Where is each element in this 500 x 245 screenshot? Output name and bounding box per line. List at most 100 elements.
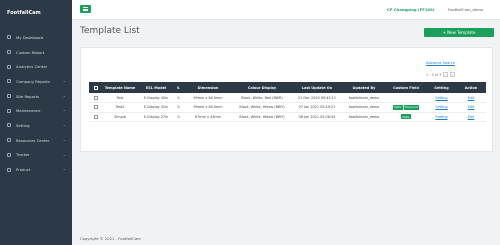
cell-updated-by: footfallcam_demo bbox=[343, 93, 385, 104]
page-title: Template List bbox=[80, 26, 140, 36]
sidebar-item-label: Custom Report bbox=[16, 49, 45, 55]
cell-template-name: Simple bbox=[102, 112, 138, 123]
edit-link[interactable]: Edit bbox=[456, 93, 486, 104]
sidebar-item-custom-report[interactable]: Custom Report bbox=[0, 45, 72, 60]
book-icon bbox=[7, 138, 11, 143]
chevron-down-icon: ⌄ bbox=[62, 107, 66, 113]
custom-field-badge: Date bbox=[401, 114, 411, 120]
footer-copyright: Copyright © 2021 - FootfallCam bbox=[80, 236, 141, 241]
next-page-button[interactable]: › bbox=[450, 72, 456, 77]
sidebar-item-analytics-center[interactable]: Analytics Center bbox=[0, 59, 72, 74]
sidebar-item-resources-center[interactable]: Resources Center ⌄ bbox=[0, 133, 72, 148]
col-header-updated-by[interactable]: Updated By bbox=[343, 82, 385, 93]
sidebar-item-product[interactable]: Product ⌄ bbox=[0, 162, 72, 177]
model-info-icon[interactable]: ⊞ bbox=[174, 93, 183, 104]
top-bar: CF Changping (FF109) FootfallCam_demo bbox=[72, 0, 500, 20]
store-icon bbox=[7, 94, 11, 99]
edit-link-text[interactable]: Edit bbox=[468, 105, 475, 109]
sidebar-item-label: Maintenance bbox=[16, 108, 41, 114]
setting-link-text[interactable]: Setting bbox=[435, 96, 447, 100]
brand-logo[interactable]: FootfallCam bbox=[7, 10, 41, 16]
cell-esl-model: E-Display 42in bbox=[138, 102, 174, 113]
pagination: 1 - 3 of 3 ‹ › bbox=[426, 72, 456, 77]
sidebar-item-tracker[interactable]: Tracker ⌄ bbox=[0, 148, 72, 163]
select-all-checkbox[interactable] bbox=[89, 82, 102, 93]
sidebar-item-label: Tracker bbox=[16, 152, 30, 158]
cell-custom-field: Date Discount bbox=[385, 102, 427, 113]
sidebar-item-maintenance[interactable]: Maintenance ⌄ bbox=[0, 103, 72, 118]
col-header-esl-model[interactable]: ESL Model bbox=[138, 82, 174, 93]
cell-esl-model: E-Display 42in bbox=[138, 93, 174, 104]
site-selector[interactable]: CF Changping (FF109) bbox=[387, 7, 435, 12]
menu-toggle-button[interactable] bbox=[80, 5, 91, 13]
col-header-setting: Setting bbox=[427, 82, 456, 93]
col-header-last-update[interactable]: Last Update On bbox=[291, 82, 343, 93]
analytics-icon bbox=[7, 64, 11, 69]
model-info-icon[interactable]: ⊞ bbox=[174, 112, 183, 123]
edit-link[interactable]: Edit bbox=[456, 102, 486, 113]
sidebar-item-label: Site Reports bbox=[16, 93, 40, 99]
sidebar-item-label: My Dashboard bbox=[16, 34, 44, 40]
col-header-action: Action bbox=[456, 82, 486, 93]
setting-link-text[interactable]: Setting bbox=[435, 115, 447, 119]
setting-link-text[interactable]: Setting bbox=[435, 105, 447, 109]
setting-link[interactable]: Setting bbox=[427, 93, 456, 104]
row-checkbox[interactable] bbox=[89, 93, 102, 104]
template-list-card: Advance Search 1 - 3 of 3 ‹ › Template N… bbox=[80, 47, 493, 152]
table-header-row: Template Name ESL Model ⇅ Dimension Colo… bbox=[89, 82, 486, 93]
chevron-down-icon: ⌄ bbox=[62, 78, 66, 84]
chevron-down-icon: ⌄ bbox=[62, 92, 66, 98]
chevron-down-icon: ⌄ bbox=[62, 166, 66, 172]
sidebar-item-label: Analytics Center bbox=[16, 64, 48, 70]
cell-custom-field bbox=[385, 93, 427, 104]
cell-template-name: Test2 bbox=[102, 102, 138, 113]
row-checkbox[interactable] bbox=[89, 102, 102, 113]
sidebar-item-label: Setting bbox=[16, 122, 30, 128]
sidebar-item-my-dashboard[interactable]: My Dashboard bbox=[0, 30, 72, 45]
template-table: Template Name ESL Model ⇅ Dimension Colo… bbox=[89, 82, 486, 123]
sidebar-item-label: Product bbox=[16, 167, 31, 173]
cell-dimension: 99mm x 84.0mm bbox=[183, 102, 233, 113]
cell-colour-display: Black, White, Yellow (BWY) bbox=[233, 112, 291, 123]
edit-link-text[interactable]: Edit bbox=[468, 115, 475, 119]
pager-count: 1 - 3 of 3 bbox=[426, 72, 442, 77]
cell-updated-by: footfallcam_demo bbox=[343, 112, 385, 123]
chevron-down-icon: ⌄ bbox=[62, 151, 66, 157]
user-menu[interactable]: FootfallCam_demo bbox=[448, 7, 483, 12]
cell-custom-field: Date bbox=[385, 112, 427, 123]
edit-link-text[interactable]: Edit bbox=[468, 96, 475, 100]
sidebar-item-company-reports[interactable]: Company Reports ⌄ bbox=[0, 74, 72, 89]
custom-field-badge: Discount bbox=[403, 104, 420, 110]
advance-search-link[interactable]: Advance Search bbox=[426, 61, 455, 65]
chevron-down-icon: ⌄ bbox=[62, 122, 66, 128]
sidebar: FootfallCam My Dashboard Custom Report Ana… bbox=[0, 0, 72, 245]
model-info-icon[interactable]: ⊞ bbox=[174, 102, 183, 113]
edit-link[interactable]: Edit bbox=[456, 112, 486, 123]
cell-esl-model: E-Display 27in bbox=[138, 112, 174, 123]
sidebar-menu: My Dashboard Custom Report Analytics Cente… bbox=[0, 30, 72, 177]
wrench-icon bbox=[7, 108, 11, 113]
table-row: Test E-Display 42in ⊞ 99mm x 84.0mm Black, W… bbox=[89, 93, 486, 104]
setting-link[interactable]: Setting bbox=[427, 112, 456, 123]
col-header-colour-display[interactable]: Colour Display bbox=[233, 82, 291, 93]
tracker-icon bbox=[7, 152, 11, 157]
row-checkbox[interactable] bbox=[89, 112, 102, 123]
prev-page-button[interactable]: ‹ bbox=[443, 72, 449, 77]
sort-icon[interactable]: ⇅ bbox=[174, 82, 183, 93]
cart-icon bbox=[7, 167, 11, 172]
report-icon bbox=[7, 50, 11, 55]
new-template-button[interactable]: + New Template bbox=[424, 28, 494, 37]
chevron-down-icon: ⌄ bbox=[62, 136, 66, 142]
cell-last-update: 07 Jan 2021 05:49:21 bbox=[291, 102, 343, 113]
cell-colour-display: Black, White, Yellow (BWY) bbox=[233, 102, 291, 113]
dashboard-icon bbox=[7, 35, 11, 40]
setting-link[interactable]: Setting bbox=[427, 102, 456, 113]
sidebar-item-setting[interactable]: Setting ⌄ bbox=[0, 118, 72, 133]
col-header-custom-field: Custom Field bbox=[385, 82, 427, 93]
col-header-template-name[interactable]: Template Name bbox=[102, 82, 138, 93]
sidebar-item-site-reports[interactable]: Site Reports ⌄ bbox=[0, 89, 72, 104]
sidebar-item-label: Resources Center bbox=[16, 137, 50, 143]
cell-last-update: 21 Dec 2020 09:43:11 bbox=[291, 93, 343, 104]
col-header-dimension[interactable]: Dimension bbox=[183, 82, 233, 93]
table-row: Test2 E-Display 42in ⊞ 99mm x 84.0mm Black, … bbox=[89, 102, 486, 113]
